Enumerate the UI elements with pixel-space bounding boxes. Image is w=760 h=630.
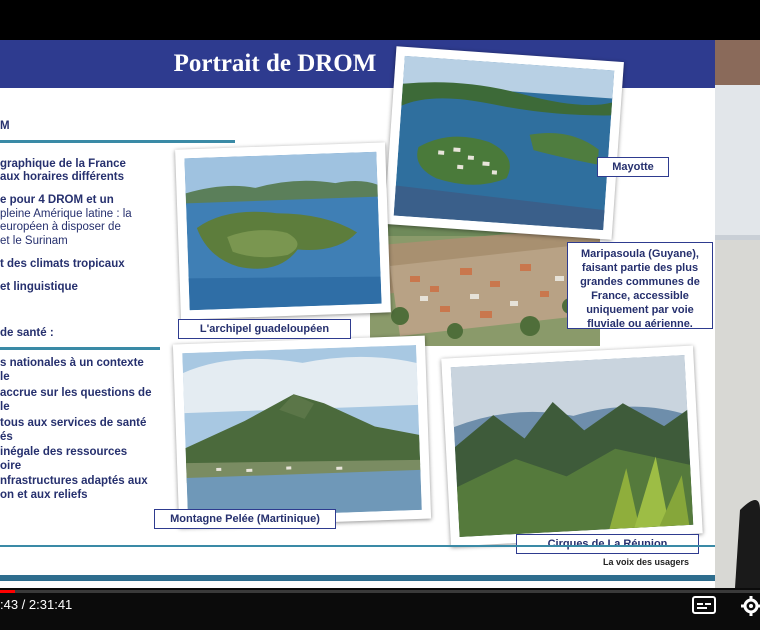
text-line: tous aux services de santé [0, 417, 147, 429]
divider [0, 545, 715, 547]
caption-guadeloupe: L'archipel guadeloupéen [178, 319, 351, 339]
text-line: européen à disposer de [0, 221, 121, 233]
martinique-photo [172, 335, 432, 528]
text-line: M [0, 120, 10, 132]
text-line: t des climats tropicaux [0, 258, 125, 270]
settings-gear-icon[interactable] [740, 596, 760, 621]
slide: Portrait de DROM M graphique de la Franc… [0, 40, 715, 588]
progress-fill [0, 590, 16, 593]
reunion-photo [441, 345, 703, 547]
progress-bar[interactable] [0, 590, 760, 593]
mayotte-photo [384, 46, 624, 240]
text-line: le [0, 371, 10, 383]
text-line: et linguistique [0, 281, 78, 293]
guadeloupe-photo [175, 142, 391, 320]
speaker-video [715, 40, 760, 588]
footer-text: La voix des usagers [603, 557, 690, 567]
player-controls [0, 588, 760, 630]
text-line: inégale des ressources [0, 446, 128, 458]
text-line: nfrastructures adaptés aux [0, 475, 148, 487]
text-line: graphique de la France [0, 158, 126, 170]
text-line: le [0, 401, 10, 413]
text-line: on et aux reliefs [0, 489, 88, 501]
caption-martinique: Montagne Pelée (Martinique) [154, 509, 336, 529]
text-line: s nationales à un contexte [0, 357, 144, 369]
text-line: aux horaires différents [0, 171, 124, 183]
footer-band [0, 575, 715, 581]
text-line: et le Surinam [0, 235, 68, 247]
divider [0, 140, 235, 143]
text-line: e pour 4 DROM et un [0, 194, 114, 206]
text-line: oire [0, 460, 22, 472]
text-line: és [0, 431, 13, 443]
text-line: de santé : [0, 327, 54, 339]
time-display: :43 / 2:31:41 [0, 597, 73, 612]
caption-maripasoula: Maripasoula (Guyane), faisant partie des… [567, 242, 713, 330]
divider [0, 347, 160, 350]
text-line: accrue sur les questions de [0, 387, 152, 399]
text-line: pleine Amérique latine : la [0, 208, 132, 220]
caption-mayotte: Mayotte [597, 157, 669, 177]
subtitles-icon[interactable] [692, 596, 716, 619]
caption-reunion: Cirques de La Réunion [516, 534, 699, 554]
